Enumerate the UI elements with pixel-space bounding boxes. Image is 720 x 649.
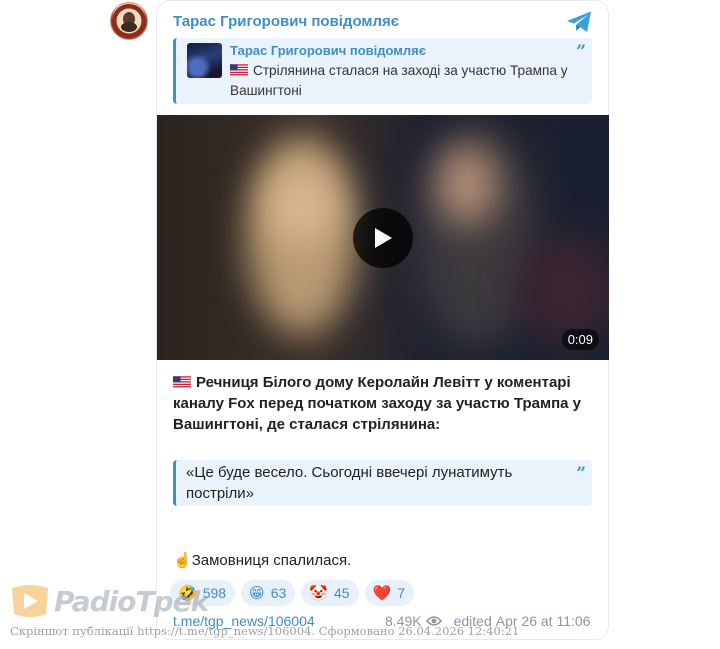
post-footnote: ☝️Замовниця спалилася. [173,551,351,569]
channel-title[interactable]: Тарас Григорович повідомляє [173,13,399,30]
heart-icon: ❤️ [372,584,392,602]
forwarded-text: Стрілянина сталася на заході за участю Т… [230,61,590,101]
reaction-count: 45 [333,585,350,601]
reaction-count: 63 [270,585,287,601]
telegram-icon[interactable] [566,10,593,34]
reaction-grin[interactable]: 😁 63 [241,580,296,606]
reaction-heart[interactable]: ❤️ 7 [364,580,415,606]
forwarded-thumbnail [187,43,222,78]
screenshot-caption: Скріншот публікації https://t.me/tgp_new… [10,624,520,638]
post-footnote-text: Замовниця спалилася. [191,552,352,569]
forwarded-author: Тарас Григорович повідомляє [230,43,426,58]
post-quote-text: «Це буде весело. Сьогодні ввечері лунати… [186,464,513,502]
reaction-count: 7 [397,585,406,601]
pointing-up-icon: ☝️ [173,552,192,569]
grin-icon: 😁 [249,584,265,602]
blurred-face [437,145,497,225]
watermark-brand: PadioTpek [54,584,209,618]
radiotrek-logo-icon [12,585,48,617]
quote-mark-icon: ” [576,42,586,62]
blurred-face [267,165,337,245]
us-flag-icon [173,376,191,388]
channel-avatar[interactable] [110,2,148,40]
quote-mark-icon: ” [576,464,586,484]
video-duration: 0:09 [561,329,599,350]
clown-icon: 🤡 [309,584,328,602]
play-button[interactable] [353,208,413,268]
video-player[interactable]: 0:09 [157,115,609,360]
reaction-clown[interactable]: 🤡 45 [301,580,359,606]
us-flag-icon [230,64,248,76]
forwarded-text-content: Стрілянина сталася на заході за участю Т… [230,63,568,98]
post-text: Речниця Білого дому Керолайн Левітт у ко… [173,374,581,433]
play-icon [375,228,392,248]
blurred-background [517,235,609,345]
watermark: PadioTpek [10,584,209,618]
post-body: Речниця Білого дому Керолайн Левітт у ко… [173,372,598,435]
forwarded-message[interactable]: Тарас Григорович повідомляє Стрілянина с… [173,38,592,104]
post-quote-block: «Це буде весело. Сьогодні ввечері лунати… [173,460,592,506]
